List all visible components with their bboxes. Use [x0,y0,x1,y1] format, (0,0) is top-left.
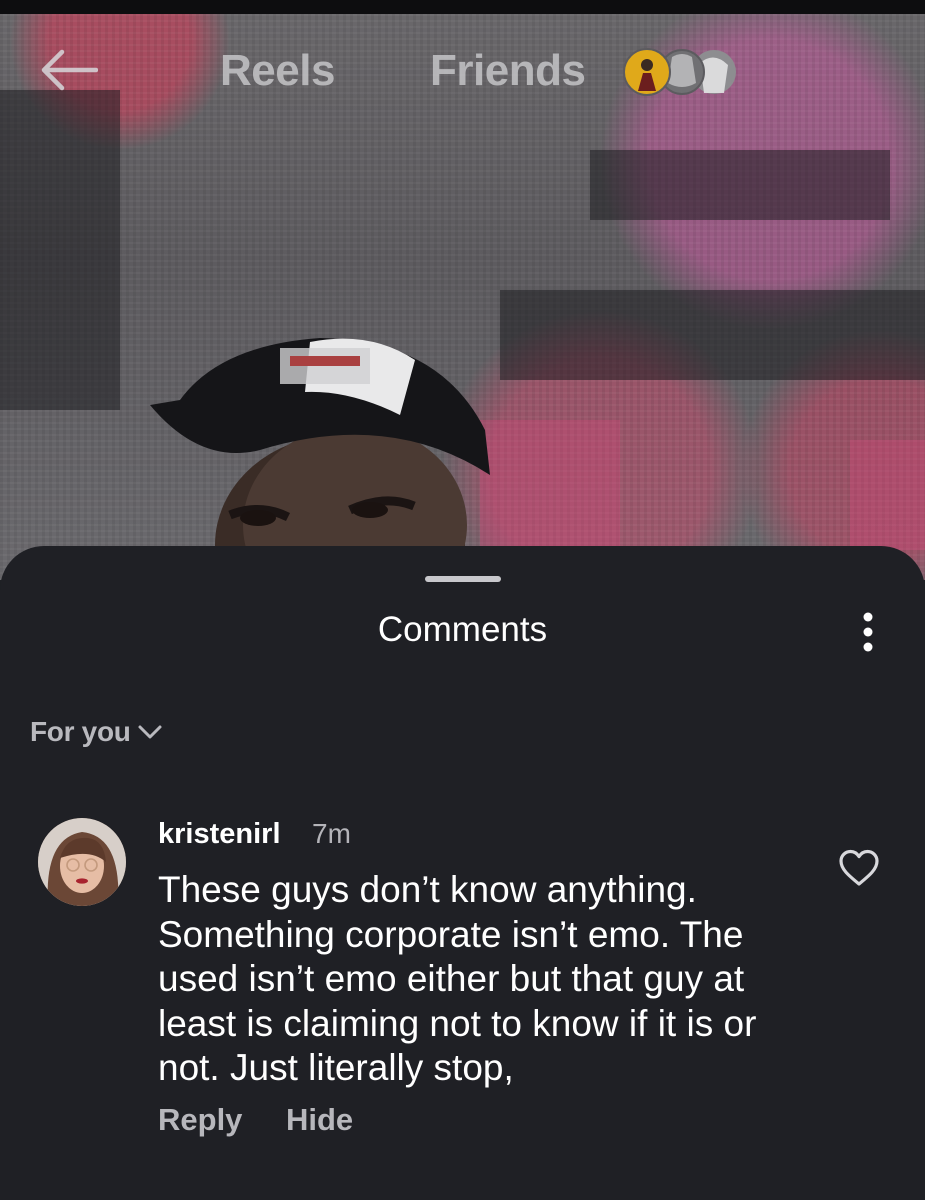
drag-handle[interactable] [425,576,501,582]
comment-timestamp: 7m [312,818,351,849]
status-bar [0,0,925,14]
tab-reels[interactable]: Reels [220,46,335,96]
reel-video[interactable]: Reels Friends [0,0,925,580]
more-vertical-icon[interactable] [850,611,886,655]
comment-username[interactable]: kristenirl [158,818,281,851]
reply-button[interactable]: Reply [158,1102,242,1138]
wall-patch [0,90,120,410]
tab-friends[interactable]: Friends [430,46,586,96]
avatar[interactable] [38,818,126,906]
sheet-title: Comments [377,610,548,649]
wall-patch [850,440,925,550]
wall-patch [480,420,620,550]
friend-avatars[interactable] [622,47,742,97]
comment-text: These guys don’t know anything. Somethin… [158,869,757,1088]
person-in-cap [150,338,490,580]
heart-outline-icon[interactable] [838,848,880,888]
avatar-image [38,818,126,906]
wall-patch [590,150,890,220]
comment-filter[interactable]: For you [30,716,131,748]
comments-sheet: Comments For you kristenirl 7m These guy… [0,546,925,1200]
chevron-down-icon[interactable] [137,721,163,743]
arrow-left-icon[interactable] [38,48,98,92]
hide-button[interactable]: Hide [286,1102,353,1138]
wall-patch [500,290,925,380]
